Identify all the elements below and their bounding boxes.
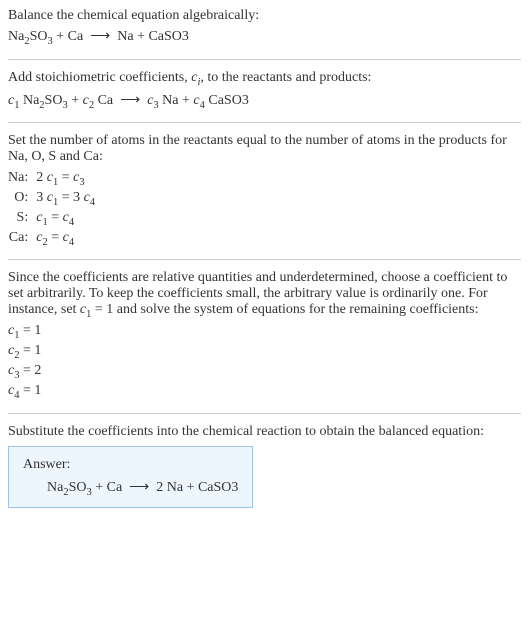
section-atom-balance: Set the number of atoms in the reactants… xyxy=(8,133,521,259)
coefficient-line: c4 = 1 xyxy=(8,383,521,401)
answer-title: Answer: xyxy=(23,457,238,473)
atom-balance-table: Na:2 c1 = c3O:3 c1 = 3 c4S:c1 = c4Ca:c2 … xyxy=(8,169,101,248)
table-row: O:3 c1 = 3 c4 xyxy=(8,189,101,209)
coefficient-line: c1 = 1 xyxy=(8,323,521,341)
coefficient-solutions: c1 = 1 c2 = 1 c3 = 2 c4 = 1 xyxy=(8,323,521,400)
balance-prompt-text: Balance the chemical equation algebraica… xyxy=(8,8,521,24)
table-row: S:c1 = c4 xyxy=(8,209,101,229)
answer-box: Answer: Na2SO3 + Ca ⟶ 2 Na + CaSO3 xyxy=(8,446,253,509)
atom-balance-text: Set the number of atoms in the reactants… xyxy=(8,133,521,165)
atom-label: Na: xyxy=(8,169,36,189)
table-row: Na:2 c1 = c3 xyxy=(8,169,101,189)
solve-coefficients-text: Since the coefficients are relative quan… xyxy=(8,270,521,320)
section-add-coefficients: Add stoichiometric coefficients, ci, to … xyxy=(8,70,521,124)
atom-equation: 3 c1 = 3 c4 xyxy=(36,189,101,209)
atom-balance-tbody: Na:2 c1 = c3O:3 c1 = 3 c4S:c1 = c4Ca:c2 … xyxy=(8,169,101,248)
atom-label: O: xyxy=(8,189,36,209)
atom-equation: c1 = c4 xyxy=(36,209,101,229)
section-solve-coefficients: Since the coefficients are relative quan… xyxy=(8,270,521,414)
table-row: Ca:c2 = c4 xyxy=(8,229,101,249)
coefficient-equation: c1 Na2SO3 + c2 Ca ⟶ c3 Na + c4 CaSO3 xyxy=(8,92,521,111)
section-substitute: Substitute the coefficients into the che… xyxy=(8,424,521,509)
unbalanced-equation: Na2SO3 + Ca ⟶ Na + CaSO3 xyxy=(8,28,521,47)
atom-equation: c2 = c4 xyxy=(36,229,101,249)
atom-label: S: xyxy=(8,209,36,229)
balanced-equation: Na2SO3 + Ca ⟶ 2 Na + CaSO3 xyxy=(23,479,238,498)
coefficient-line: c2 = 1 xyxy=(8,343,521,361)
atom-label: Ca: xyxy=(8,229,36,249)
atom-equation: 2 c1 = c3 xyxy=(36,169,101,189)
substitute-text: Substitute the coefficients into the che… xyxy=(8,424,521,440)
coefficient-line: c3 = 2 xyxy=(8,363,521,381)
section-balance-prompt: Balance the chemical equation algebraica… xyxy=(8,8,521,60)
add-coefficients-text: Add stoichiometric coefficients, ci, to … xyxy=(8,70,521,88)
